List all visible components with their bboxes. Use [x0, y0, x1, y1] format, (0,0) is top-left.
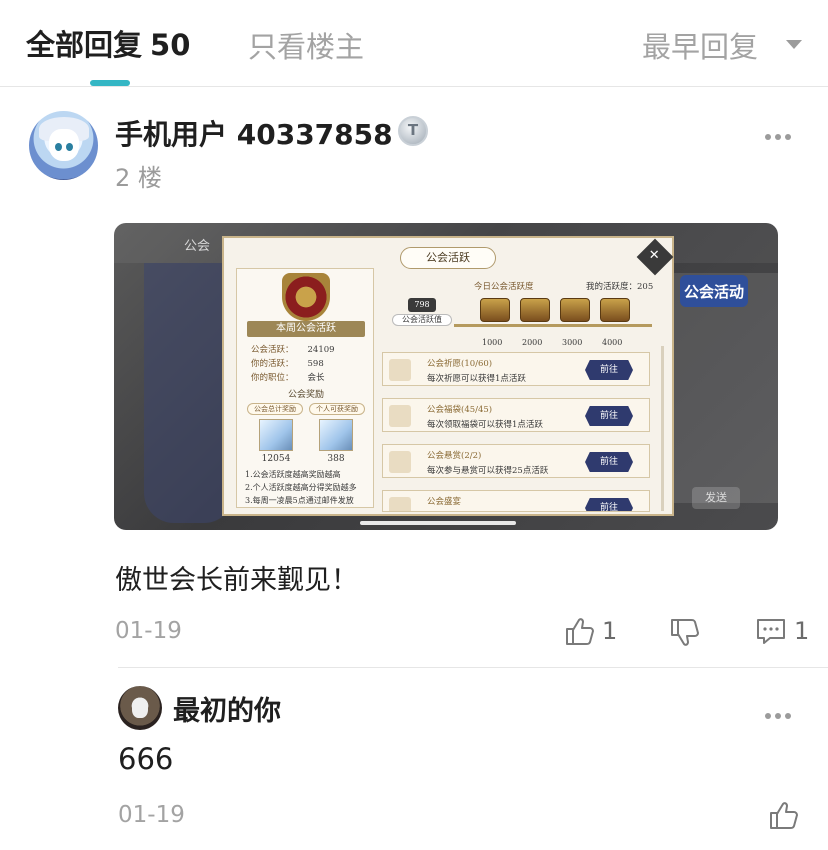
stat-row: 公会活跃： 24109	[251, 343, 335, 355]
avatar[interactable]	[29, 111, 98, 180]
reward-header: 公会奖励	[287, 390, 324, 400]
task-desc: 每次参与悬赏可以获得25点活跃	[427, 466, 549, 476]
task-go-button: 前往	[585, 406, 633, 426]
progress-tick: 3000	[562, 338, 583, 347]
rule-line: 2.个人活跃度越高分得奖励越多	[245, 483, 357, 492]
task-name: 公会盛宴	[427, 497, 462, 507]
stat-label: 公会活跃：	[251, 345, 294, 355]
chest-icon	[480, 298, 510, 322]
avatar-eye	[55, 143, 62, 151]
task-desc: 每次祈愿可以获得1点活跃	[427, 374, 526, 384]
weekly-card: 本周公会活跃 公会活跃： 24109 你的活跃： 598 你的职位： 会长 公会奖励 …	[236, 268, 374, 508]
task-name: 公会福袋(45/45)	[427, 405, 493, 415]
reply-text: 666	[118, 742, 174, 776]
chest-icon	[600, 298, 630, 322]
stat-label: 你的活跃：	[251, 359, 294, 369]
task-name: 公会悬赏(2/2)	[427, 451, 482, 461]
floor-number: 2 楼	[115, 164, 162, 192]
my-activity: 我的活跃度：205	[586, 282, 654, 292]
task-row: 公会悬赏(2/2) 每次参与悬赏可以获得25点活跃 前往	[382, 444, 650, 478]
stat-value: 24109	[307, 345, 335, 355]
gem-value: 12054	[261, 454, 291, 464]
more-options-icon[interactable]	[765, 713, 793, 721]
post-date: 01-19	[115, 618, 182, 644]
progress-tick: 4000	[602, 338, 623, 347]
rule-line: 1.公会活跃度越高奖励越高	[245, 470, 341, 479]
task-row: 公会盛宴 前往	[382, 490, 650, 512]
avatar-mask	[132, 698, 148, 718]
task-row: 公会福袋(45/45) 每次领取福袋可以获得1点活跃 前往	[382, 398, 650, 432]
activity-value-label: 公会活跃值	[392, 314, 452, 326]
pray-icon	[389, 359, 411, 381]
image-send-button: 发送	[692, 487, 740, 509]
gem-icon	[259, 419, 293, 451]
post-text: 傲世会长前来觐见！	[115, 565, 358, 596]
stat-label: 你的职位：	[251, 373, 294, 383]
activity-number: 798	[408, 298, 436, 312]
image-guild-label: 公会	[184, 239, 211, 254]
comment-icon[interactable]	[755, 617, 787, 645]
chevron-down-icon[interactable]	[786, 40, 802, 49]
level-badge-icon: T	[398, 116, 428, 146]
reply-date: 01-19	[118, 802, 185, 828]
chest-icon	[520, 298, 550, 322]
comment-count: 1	[794, 617, 810, 645]
tab-owner-only[interactable]: 只看楼主	[248, 24, 364, 66]
progress-tick: 2000	[522, 338, 543, 347]
image-bg-left	[144, 263, 234, 523]
level-badge-letter: T	[407, 121, 419, 139]
avatar-eye	[66, 143, 73, 151]
stat-value: 会长	[307, 373, 325, 383]
tab-all-count: 50	[150, 28, 191, 62]
tab-all-replies[interactable]: 全部回复 50	[26, 22, 190, 64]
sort-dropdown[interactable]: 最早回复	[642, 24, 758, 66]
bounty-icon	[389, 451, 411, 473]
task-desc: 每次领取福袋可以获得1点活跃	[427, 420, 543, 430]
gem-icon	[319, 419, 353, 451]
task-go-button: 前往	[585, 360, 633, 380]
lucky-bag-icon	[389, 405, 411, 427]
task-go-button: 前往	[585, 498, 633, 511]
like-count: 1	[602, 617, 618, 645]
panel-title: 公会活跃	[400, 247, 496, 269]
post-image[interactable]: 公会 公会活动 发送 公会活跃 ✕ 本周公会活跃 公会活跃： 24109 你的活跃…	[114, 223, 778, 530]
image-bg-right	[674, 273, 778, 503]
panel-scrollbar	[661, 346, 664, 511]
rule-line: 3.每周一凌晨5点通过邮件发放	[245, 496, 354, 505]
thumbs-up-icon[interactable]	[767, 799, 799, 831]
progress-tick: 1000	[482, 338, 503, 347]
reward-tag: 个人可获奖励	[309, 403, 365, 415]
activity-progress-bar	[454, 324, 652, 327]
post-username[interactable]: 手机用户 40337858	[115, 113, 393, 153]
guild-emblem-icon	[282, 273, 330, 321]
avatar[interactable]	[118, 686, 162, 730]
gem-value: 388	[327, 454, 345, 464]
chest-icon	[560, 298, 590, 322]
thumbs-up-icon[interactable]	[563, 615, 595, 647]
stat-row: 你的职位： 会长	[251, 371, 325, 383]
reply-tabs-bar: 全部回复 50 只看楼主 最早回复	[0, 0, 828, 87]
weekly-title: 本周公会活跃	[247, 321, 365, 337]
reward-tag: 公会总计奖励	[247, 403, 303, 415]
close-icon: ✕	[636, 238, 674, 276]
divider	[118, 667, 828, 668]
avatar-face	[49, 129, 79, 161]
image-home-indicator	[360, 521, 516, 525]
close-glyph: ✕	[648, 248, 660, 264]
task-go-button: 前往	[585, 452, 633, 472]
reply-username[interactable]: 最初的你	[173, 689, 281, 728]
more-options-icon[interactable]	[765, 134, 793, 142]
guild-activity-panel: 公会活跃 ✕ 本周公会活跃 公会活跃： 24109 你的活跃： 598 你的职位： 会…	[222, 236, 674, 516]
stat-value: 598	[307, 359, 324, 369]
task-row: 公会祈愿(10/60) 每次祈愿可以获得1点活跃 前往	[382, 352, 650, 386]
active-tab-indicator	[90, 80, 130, 86]
task-name: 公会祈愿(10/60)	[427, 359, 493, 369]
feast-icon	[389, 497, 411, 511]
tab-all-label: 全部回复	[26, 28, 143, 62]
today-activity-label: 今日公会活跃度	[474, 282, 534, 292]
stat-row: 你的活跃： 598	[251, 357, 324, 369]
thumbs-down-icon[interactable]	[668, 617, 700, 649]
image-activity-tag: 公会活动	[680, 275, 748, 307]
